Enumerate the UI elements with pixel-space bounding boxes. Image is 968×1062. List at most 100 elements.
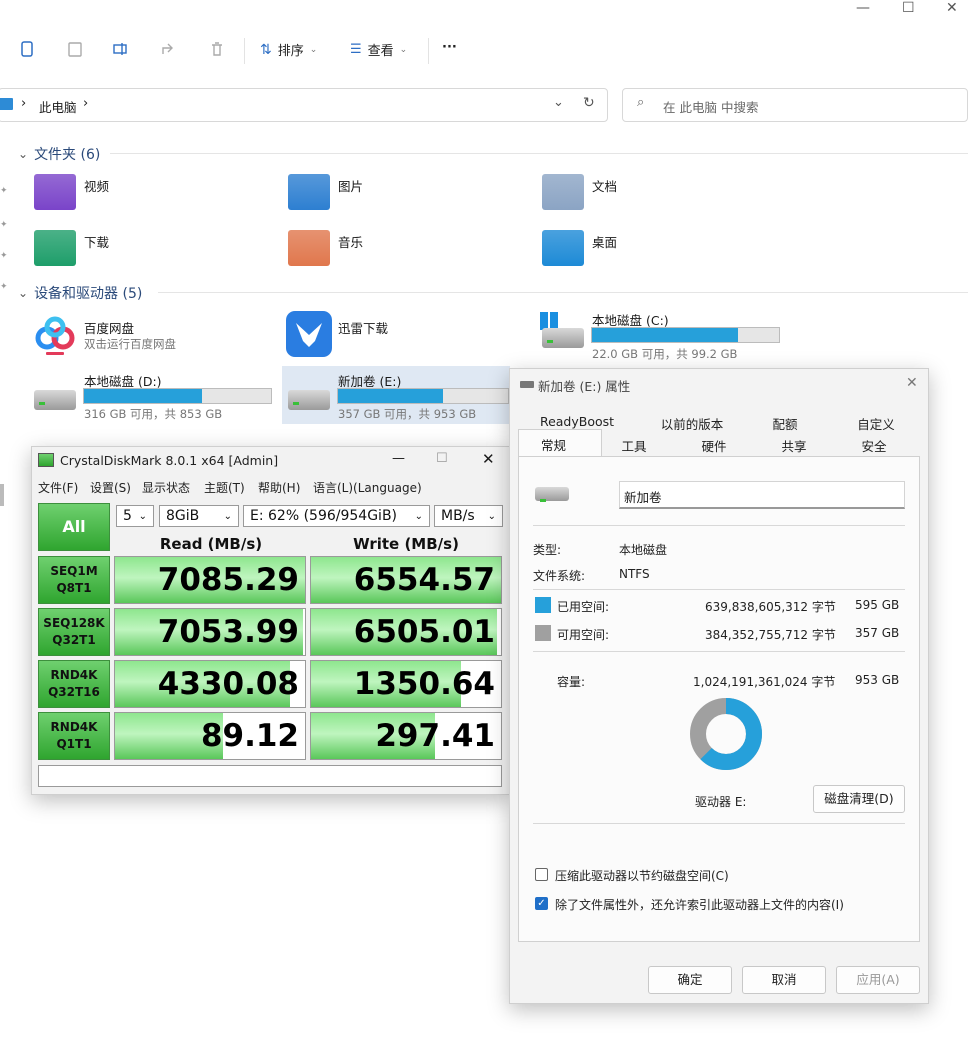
test-queue: Q32T16	[48, 685, 100, 699]
folders-section-header[interactable]: ⌄ 文件夹 (6)	[18, 144, 100, 164]
test-rnd4k-q1t1[interactable]: RND4K Q1T1	[38, 712, 110, 760]
menu-display[interactable]: 显示状态	[142, 479, 190, 496]
disk-usage-donut-chart	[690, 698, 762, 770]
chevron-down-icon: ⌄	[414, 510, 423, 522]
close-button[interactable]: ✕	[946, 0, 958, 16]
test-name: RND4K	[50, 668, 98, 682]
search-box[interactable]: ⌕ 在 此电脑 中搜索	[622, 88, 968, 122]
write-value: 297.41	[375, 718, 495, 754]
divider	[533, 651, 905, 652]
chevron-down-icon: ⌄	[138, 510, 147, 522]
write-result: 1350.64	[310, 660, 502, 708]
pin-icon[interactable]: ✦	[0, 251, 8, 261]
drive-e-item[interactable]: 新加卷 (E:) 357 GB 可用，共 953 GB	[282, 366, 510, 424]
props-title: 新加卷 (E:) 属性	[538, 379, 631, 394]
unit-select[interactable]: MB/s ⌄	[434, 505, 503, 527]
pin-icon[interactable]: ✦	[0, 282, 8, 292]
chevron-down-icon[interactable]: ⌄	[553, 95, 564, 110]
chevron-down-icon: ⌄	[223, 510, 232, 522]
drive-e-usage-bar	[337, 388, 509, 404]
used-label: 已用空间:	[557, 600, 610, 614]
folder-label-music: 音乐	[338, 235, 364, 250]
breadcrumb-this-pc[interactable]: 此电脑	[39, 97, 77, 116]
delete-button[interactable]	[208, 40, 226, 58]
free-gb: 357 GB	[855, 626, 900, 640]
tab-tools[interactable]: 工具	[606, 436, 662, 455]
drive-d-usage-bar	[83, 388, 272, 404]
size-select[interactable]: 8GiB ⌄	[159, 505, 239, 527]
tab-customize[interactable]: 自定义	[836, 414, 916, 433]
chevron-down-icon: ⌄	[487, 510, 496, 522]
tab-hardware[interactable]: 硬件	[684, 436, 744, 455]
baidu-label: 百度网盘	[84, 321, 135, 336]
test-seq1m-q8t1[interactable]: SEQ1M Q8T1	[38, 556, 110, 604]
tab-general-label: 常规	[541, 438, 567, 453]
menu-theme[interactable]: 主题(T)	[204, 479, 245, 496]
share-button[interactable]	[160, 40, 178, 58]
menu-help[interactable]: 帮助(H)	[258, 479, 300, 496]
size-value: 8GiB	[166, 508, 200, 524]
drive-select[interactable]: E: 62% (596/954GiB) ⌄	[243, 505, 430, 527]
refresh-icon[interactable]: ↻	[583, 95, 595, 111]
read-result: 7053.99	[114, 608, 306, 656]
free-space-swatch	[535, 625, 551, 641]
all-button[interactable]: All	[38, 503, 110, 551]
minimize-button[interactable]: —	[856, 0, 870, 16]
close-button[interactable]: ✕	[482, 450, 495, 468]
divider	[533, 589, 905, 590]
videos-folder-icon[interactable]	[34, 174, 76, 210]
disk-cleanup-button[interactable]: 磁盘清理(D)	[813, 785, 905, 813]
menu-file[interactable]: 文件(F)	[38, 479, 78, 496]
comment-input[interactable]	[38, 765, 502, 787]
close-button[interactable]: ✕	[906, 375, 918, 391]
section-divider	[110, 153, 968, 154]
tab-general[interactable]: 常规	[518, 429, 602, 457]
test-queue: Q32T1	[52, 633, 96, 647]
new-button[interactable]	[18, 40, 36, 58]
type-label: 类型:	[533, 543, 562, 557]
used-bytes: 639,838,605,312 字节	[705, 600, 836, 614]
apply-button[interactable]: 应用(A)	[836, 966, 920, 994]
pictures-folder-icon[interactable]	[288, 174, 330, 210]
tab-security[interactable]: 安全	[844, 436, 904, 455]
capacity-label: 容量:	[557, 675, 586, 689]
view-icon: ☰	[350, 42, 362, 57]
tab-quota[interactable]: 配额	[750, 414, 820, 433]
drive-icon	[34, 390, 76, 410]
paste-button[interactable]	[66, 40, 84, 58]
compress-checkbox[interactable]	[535, 868, 548, 881]
more-button[interactable]: ···	[442, 40, 457, 55]
tab-previous-versions[interactable]: 以前的版本	[640, 414, 744, 433]
menu-language[interactable]: 语言(L)(Language)	[313, 479, 422, 496]
folder-label-desktop: 桌面	[592, 235, 618, 250]
menu-settings[interactable]: 设置(S)	[90, 479, 131, 496]
test-seq128k-q32t1[interactable]: SEQ128K Q32T1	[38, 608, 110, 656]
cancel-button[interactable]: 取消	[742, 966, 826, 994]
tab-sharing[interactable]: 共享	[764, 436, 824, 455]
minimize-button[interactable]: —	[392, 451, 405, 466]
maximize-button[interactable]: ☐	[436, 451, 448, 466]
rename-button[interactable]	[112, 40, 130, 58]
documents-folder-icon[interactable]	[542, 174, 584, 210]
pin-icon[interactable]: ✦	[0, 220, 8, 230]
address-bar[interactable]: › 此电脑 › ⌄ ↻	[0, 88, 608, 122]
desktop-folder-icon[interactable]	[542, 230, 584, 266]
volume-name-input[interactable]: 新加卷	[619, 481, 905, 509]
sort-button[interactable]: ⇅ 排序 ⌄	[260, 40, 317, 60]
music-folder-icon[interactable]	[288, 230, 330, 266]
pin-icon[interactable]: ✦	[0, 186, 8, 196]
ok-button[interactable]: 确定	[648, 966, 732, 994]
view-button[interactable]: ☰ 查看 ⌄	[350, 40, 407, 59]
crystaldiskmark-window: CrystalDiskMark 8.0.1 x64 [Admin] — ☐ ✕ …	[31, 446, 510, 795]
test-rnd4k-q32t16[interactable]: RND4K Q32T16	[38, 660, 110, 708]
tab-readyboost[interactable]: ReadyBoost	[522, 414, 632, 429]
type-value: 本地磁盘	[619, 543, 668, 557]
maximize-button[interactable]: ☐	[902, 0, 915, 16]
count-select[interactable]: 5 ⌄	[116, 505, 154, 527]
downloads-folder-icon[interactable]	[34, 230, 76, 266]
index-checkbox[interactable]: ✓	[535, 897, 548, 910]
scroll-thumb[interactable]	[0, 484, 4, 506]
free-label: 可用空间:	[557, 628, 610, 642]
devices-section-header[interactable]: ⌄ 设备和驱动器 (5)	[18, 283, 142, 303]
drive-e-sub: 357 GB 可用，共 953 GB	[338, 407, 477, 421]
